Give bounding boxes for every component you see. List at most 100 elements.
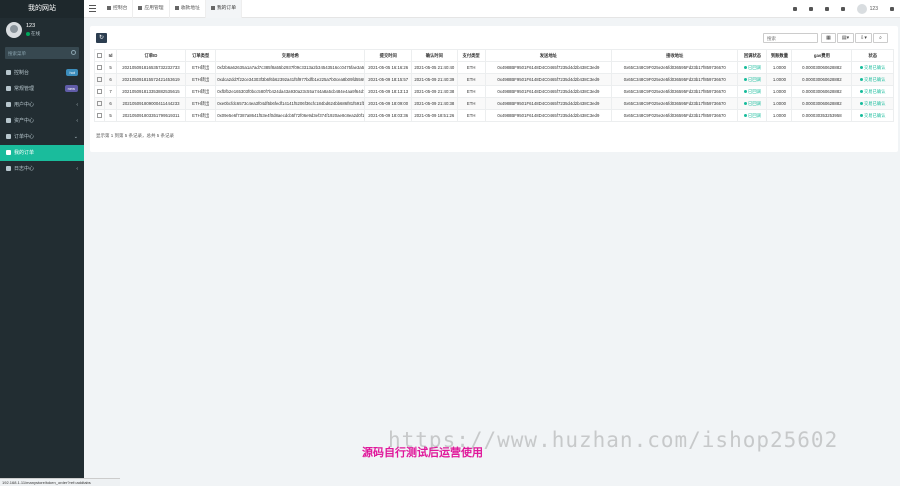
settings-icon[interactable] [884,0,900,18]
table-cell: 202105091816535732232733 [115,61,187,74]
home-icon[interactable] [787,0,803,18]
tab-label: 控制台 [113,6,128,11]
tab-app-management[interactable]: 应用管理 [133,0,170,18]
column-header[interactable]: 发送地址 [484,49,613,62]
user-status: 在线 [26,31,40,37]
row-checkbox-cell[interactable] [93,61,106,74]
sidebar-item-orders[interactable]: 订单中心 ⌄ [0,129,84,145]
tab-my-orders[interactable]: 我的订单 [205,0,243,18]
table-cell: 已回调 [737,61,768,74]
table-cell: 0x4988BF9501F6148D4C0465f7235d4d2b438C3e… [484,85,613,98]
refresh-button[interactable]: ↻ [96,33,107,43]
column-header[interactable]: gas费用 [791,49,853,62]
table-row[interactable]: 6 202105091815572421453619 ETH转出 0xdca2dd7f… [93,73,894,86]
top-avatar[interactable] [856,4,867,14]
table-row[interactable]: 6 202105091809000411444233 ETH转出 0xe0bcfdc6… [93,97,894,110]
chevron-left-icon: ‹ [76,118,78,124]
row-checkbox[interactable] [97,65,103,71]
tab-dashboard[interactable]: 控制台 [102,0,134,18]
row-checkbox[interactable] [97,77,103,83]
column-header[interactable]: 订单ID [115,49,187,62]
table-cell: 2021-05-09 18:03:36 [364,109,413,122]
status-badge: 交易已确认 [863,64,886,70]
sidebar-item-assets[interactable]: 资产中心 ‹ [0,113,84,129]
table-cell: ETH [456,85,486,98]
sidebar-item-my-orders[interactable]: 我的订单 [0,145,84,161]
column-header[interactable]: 接收地址 [611,49,739,62]
sidebar-item-users[interactable]: 用户中心 ‹ [0,97,84,113]
table-row[interactable]: 7 202105091813353882535615 ETH转出 0xfbfb2e16… [93,85,894,98]
row-checkbox-cell[interactable] [93,73,106,86]
table-cell: 0.000030060628882 [791,61,853,74]
column-header[interactable]: 订单类型 [185,49,217,62]
column-header[interactable]: Id [104,49,117,62]
search-icon: ⌕ [879,35,882,41]
status-dot-icon [859,101,863,105]
site-brand[interactable]: 我的网站 [0,0,84,18]
table-cell: 1.0000 [766,73,793,86]
sidebar-item-label: 常规管理 [14,86,35,92]
sidebar-item-dashboard[interactable]: 控制台 hot [0,65,84,81]
top-username[interactable]: 123 [870,6,878,12]
sidebar-item-logs[interactable]: 日志中心 ‹ [0,161,84,177]
advanced-search-button[interactable]: ⌕ [873,33,888,43]
table-cell: 交易已确认 [851,73,894,86]
orders-table: Id 订单ID 订单类型 交易哈希 提交时间 确认时间 支付类型 发送地址 接收地址 回调状态 到账… [93,49,894,122]
chevron-down-icon: ⌄ [73,134,78,140]
tab-label: 应用管理 [144,6,164,11]
status-dot-icon [859,113,863,117]
status-badge: 已回调 [748,112,761,118]
column-header[interactable]: 交易哈希 [215,49,366,62]
hot-badge: hot [66,69,78,76]
column-header[interactable]: 提交时间 [364,49,413,62]
row-checkbox-cell[interactable] [93,109,106,122]
table-cell: 0.000030060628882 [791,73,853,86]
table-cell: ETH [456,109,486,122]
fullscreen-icon[interactable] [835,0,851,18]
row-checkbox-cell[interactable] [93,85,106,98]
table-cell: 0x65C348C9F025e2e5fd036595Fd23b17f859736… [611,109,739,122]
search-icon[interactable] [71,50,76,55]
watermark-notice: 源码自行测试后运营使用 [362,447,483,459]
select-all-checkbox-header[interactable] [93,49,106,62]
tab-label: 我的订单 [216,6,237,11]
table-cell: 0xdca2dd7f22ce34303f3b6f6b62392a41f5f977… [215,73,366,86]
status-badge: 交易已确认 [863,112,886,118]
export-button[interactable]: ⇩▾ [855,33,872,43]
column-header[interactable]: 到账数量 [766,49,793,62]
table-cell: 0x09e5e6f7387a8641f53e4f0d8aecdcb5f72f06… [215,109,366,122]
column-header[interactable]: 支付类型 [456,49,486,62]
table-row[interactable]: 5 202105091803351799519311 ETH转出 0x09e5e6f7… [93,109,894,122]
row-checkbox[interactable] [97,101,103,107]
table-row[interactable]: 5 202105091816535732232733 ETH转出 0xf2b6a626… [93,61,894,74]
sidebar: 我的网站 123 在线 控制台 hot 常规管理 new 用户中心 ‹ 资产中心 ‹ 订… [0,0,84,486]
list-icon [6,150,11,155]
translate-icon[interactable] [819,0,835,18]
table-cell: 2021-05-09 18:51:26 [411,109,458,122]
table-cell: 0x4988BF9501F6148D4C0465f7235d4d2b438C3e… [484,73,613,86]
column-header[interactable]: 确认时间 [411,49,458,62]
status-dot-icon [744,77,748,81]
menu-toggle-icon[interactable] [89,5,96,12]
row-checkbox-cell[interactable] [93,97,106,110]
table-cell: 0x4988BF9501F6148D4C0465f7235d4d2b438C3e… [484,109,613,122]
status-badge: 已回调 [748,88,761,94]
columns-button[interactable]: ▤▾ [837,33,854,43]
table-cell: 5 [104,61,117,74]
table-cell: 0x4988BF9501F6148D4C0465f7235d4d2b438C3e… [484,97,613,110]
sidebar-item-label: 控制台 [14,70,30,76]
column-header[interactable]: 回调状态 [737,49,768,62]
table-search-input[interactable] [764,34,817,42]
sidebar-item-label: 用户中心 [14,102,35,108]
table-cell: ETH转出 [185,109,217,122]
sidebar-item-general[interactable]: 常规管理 new [0,81,84,97]
table-cell: 6 [104,97,117,110]
select-all-checkbox[interactable] [97,53,103,59]
row-checkbox[interactable] [97,113,103,119]
row-checkbox[interactable] [97,89,103,95]
tab-receive-address[interactable]: 收款地址 [170,0,206,18]
toggle-view-button[interactable]: ▦ [821,33,836,43]
trash-icon[interactable] [803,0,819,18]
column-header[interactable]: 状态 [851,49,894,62]
menu-search-input[interactable] [5,47,79,59]
